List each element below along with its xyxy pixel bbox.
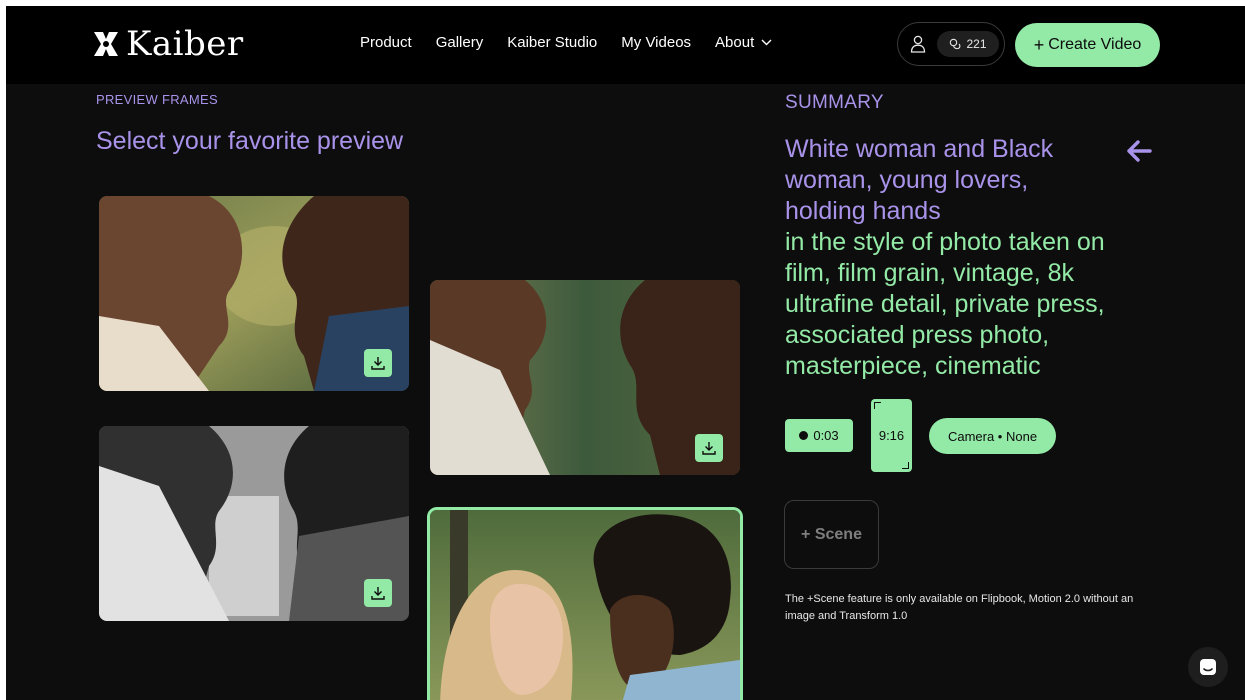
download-button[interactable] [364, 349, 392, 377]
chat-support-button[interactable] [1188, 647, 1228, 687]
add-scene-label: + Scene [801, 525, 862, 543]
brand-name: Kaiber [126, 24, 244, 64]
corner-mark-icon [902, 462, 909, 469]
preview-frame-image [99, 426, 409, 621]
nav-item-label: Product [360, 34, 412, 51]
preview-frame-image [430, 510, 740, 700]
preview-frames-eyebrow: PREVIEW FRAMES [96, 92, 218, 107]
download-button[interactable] [695, 434, 723, 462]
duration-chip[interactable]: 0:03 [785, 419, 853, 452]
corner-mark-icon [874, 402, 881, 409]
main-nav: Product Gallery Kaiber Studio My Videos … [360, 34, 772, 51]
nav-item-product[interactable]: Product [360, 34, 412, 51]
preview-frame-image [430, 280, 740, 475]
nav-item-my-videos[interactable]: My Videos [621, 34, 691, 51]
download-button[interactable] [364, 579, 392, 607]
account-credits-pill[interactable]: 221 [897, 22, 1005, 66]
credits-icon [950, 38, 961, 50]
nav-item-label: About [715, 34, 755, 51]
chevron-down-icon [761, 39, 772, 46]
user-icon [910, 35, 926, 53]
aspect-ratio-chip[interactable]: 9:16 [871, 399, 912, 472]
top-navigation-bar: Kaiber Product Gallery Kaiber Studio My … [6, 6, 1245, 84]
download-icon [702, 442, 716, 455]
preview-frame-3[interactable] [99, 426, 409, 621]
prompt-style-text: in the style of photo taken on film, fil… [785, 228, 1105, 380]
duration-value: 0:03 [813, 428, 839, 443]
camera-chip[interactable]: Camera • None [929, 418, 1056, 454]
nav-item-kaiber-studio[interactable]: Kaiber Studio [507, 34, 597, 51]
arrow-left-icon[interactable] [1126, 140, 1152, 162]
nav-item-about[interactable]: About [715, 34, 772, 51]
credits-count: 221 [966, 37, 987, 51]
chat-icon [1200, 659, 1216, 675]
kaiber-x-logo-icon [94, 32, 118, 56]
camera-value: Camera • None [947, 428, 1038, 444]
nav-item-label: Gallery [435, 34, 484, 51]
create-video-label: Create Video [1048, 36, 1142, 53]
prompt-subject-text: White woman and Black woman, young lover… [785, 135, 1054, 225]
preview-frame-image [99, 196, 409, 391]
download-icon [371, 587, 385, 600]
credits-badge: 221 [937, 31, 999, 57]
preview-frame-2[interactable] [430, 280, 740, 475]
record-dot-icon [799, 431, 809, 440]
nav-item-label: My Videos [621, 34, 692, 51]
aspect-ratio-value: 9:16 [878, 428, 905, 443]
brand-logo[interactable]: Kaiber [92, 24, 244, 64]
nav-item-gallery[interactable]: Gallery [436, 34, 484, 51]
preview-title: Select your favorite preview [96, 127, 404, 155]
add-scene-button[interactable]: + Scene [784, 500, 879, 569]
create-video-button[interactable]: + Create Video [1015, 23, 1160, 67]
plus-icon: + [1033, 34, 1045, 55]
download-icon [371, 357, 385, 370]
scene-feature-note: The +Scene feature is only available on … [785, 593, 1134, 622]
nav-item-label: Kaiber Studio [507, 34, 598, 51]
preview-frame-1[interactable] [99, 196, 409, 391]
app-window: Kaiber Product Gallery Kaiber Studio My … [6, 6, 1245, 700]
preview-frame-4-selected[interactable] [427, 507, 743, 700]
summary-eyebrow: SUMMARY [785, 92, 884, 113]
